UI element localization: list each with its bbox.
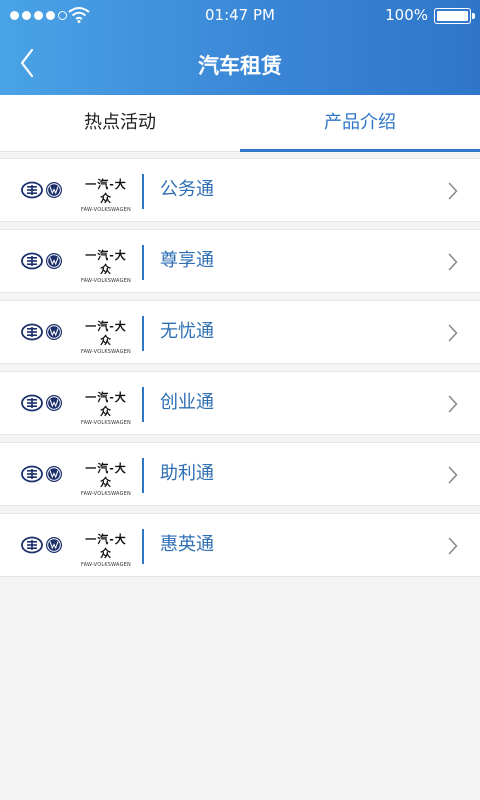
brand-name-en: FAW-VOLKSWAGEN [81, 491, 131, 497]
product-list: 一汽-大众 FAW-VOLKSWAGEN 公务通 一汽-大众 FAW-VOLKS… [0, 158, 480, 584]
item-divider [142, 529, 144, 564]
vw-logo-icon [46, 466, 62, 482]
product-name: 惠英通 [160, 534, 214, 555]
faw-logo-icon [21, 181, 43, 199]
brand-name-en: FAW-VOLKSWAGEN [81, 207, 131, 213]
product-item-zunxiangtong[interactable]: 一汽-大众 FAW-VOLKSWAGEN 尊享通 [0, 229, 480, 293]
vw-logo-icon [46, 537, 62, 553]
faw-logo-icon [21, 252, 43, 270]
vw-logo-icon [46, 182, 62, 198]
faw-logo-icon [21, 536, 43, 554]
product-name: 尊享通 [160, 250, 214, 271]
product-name: 创业通 [160, 392, 214, 413]
chevron-right-icon [448, 537, 458, 555]
faw-logo-icon [21, 394, 43, 412]
tab-bar: 热点活动 产品介绍 [0, 95, 480, 152]
brand-logo-text: 一汽-大众 FAW-VOLKSWAGEN [80, 391, 132, 427]
item-divider [142, 316, 144, 351]
chevron-right-icon [448, 253, 458, 271]
chevron-right-icon [448, 395, 458, 413]
brand-name-en: FAW-VOLKSWAGEN [81, 278, 131, 284]
product-item-zhulitong[interactable]: 一汽-大众 FAW-VOLKSWAGEN 助利通 [0, 442, 480, 506]
brand-logo-text: 一汽-大众 FAW-VOLKSWAGEN [80, 320, 132, 356]
brand-logo-text: 一汽-大众 FAW-VOLKSWAGEN [80, 249, 132, 285]
item-divider [142, 245, 144, 280]
brand-logo-text: 一汽-大众 FAW-VOLKSWAGEN [80, 178, 132, 214]
status-bar: 01:47 PM 100% [0, 0, 480, 30]
vw-logo-icon [46, 395, 62, 411]
chevron-right-icon [448, 182, 458, 200]
brand-name-cn: 一汽-大众 [85, 533, 127, 560]
vw-logo-icon [46, 253, 62, 269]
active-tab-indicator [240, 149, 480, 152]
brand-logo-text: 一汽-大众 FAW-VOLKSWAGEN [80, 533, 132, 569]
brand-name-cn: 一汽-大众 [85, 178, 127, 205]
product-name: 公务通 [160, 179, 214, 200]
tab-product-intro[interactable]: 产品介绍 [240, 95, 480, 151]
item-divider [142, 458, 144, 493]
item-divider [142, 174, 144, 209]
product-item-chuangyetong[interactable]: 一汽-大众 FAW-VOLKSWAGEN 创业通 [0, 371, 480, 435]
brand-name-cn: 一汽-大众 [85, 391, 127, 418]
product-item-huiyingtong[interactable]: 一汽-大众 FAW-VOLKSWAGEN 惠英通 [0, 513, 480, 577]
chevron-right-icon [448, 324, 458, 342]
faw-logo-icon [21, 465, 43, 483]
product-item-wuyoutong[interactable]: 一汽-大众 FAW-VOLKSWAGEN 无忧通 [0, 300, 480, 364]
product-name: 助利通 [160, 463, 214, 484]
product-item-gongwutong[interactable]: 一汽-大众 FAW-VOLKSWAGEN 公务通 [0, 158, 480, 222]
product-name: 无忧通 [160, 321, 214, 342]
battery-icon [434, 8, 475, 24]
brand-name-en: FAW-VOLKSWAGEN [81, 562, 131, 568]
brand-logo-text: 一汽-大众 FAW-VOLKSWAGEN [80, 462, 132, 498]
page-title: 汽车租赁 [198, 54, 282, 78]
battery-percent: 100% [385, 6, 428, 24]
faw-logo-icon [21, 323, 43, 341]
chevron-right-icon [448, 466, 458, 484]
brand-name-cn: 一汽-大众 [85, 249, 127, 276]
brand-name-cn: 一汽-大众 [85, 320, 127, 347]
vw-logo-icon [46, 324, 62, 340]
brand-name-en: FAW-VOLKSWAGEN [81, 349, 131, 355]
item-divider [142, 387, 144, 422]
app-header: 01:47 PM 100% 汽车租赁 [0, 0, 480, 95]
brand-name-en: FAW-VOLKSWAGEN [81, 420, 131, 426]
brand-name-cn: 一汽-大众 [85, 462, 127, 489]
tab-hot-activities[interactable]: 热点活动 [0, 95, 240, 151]
